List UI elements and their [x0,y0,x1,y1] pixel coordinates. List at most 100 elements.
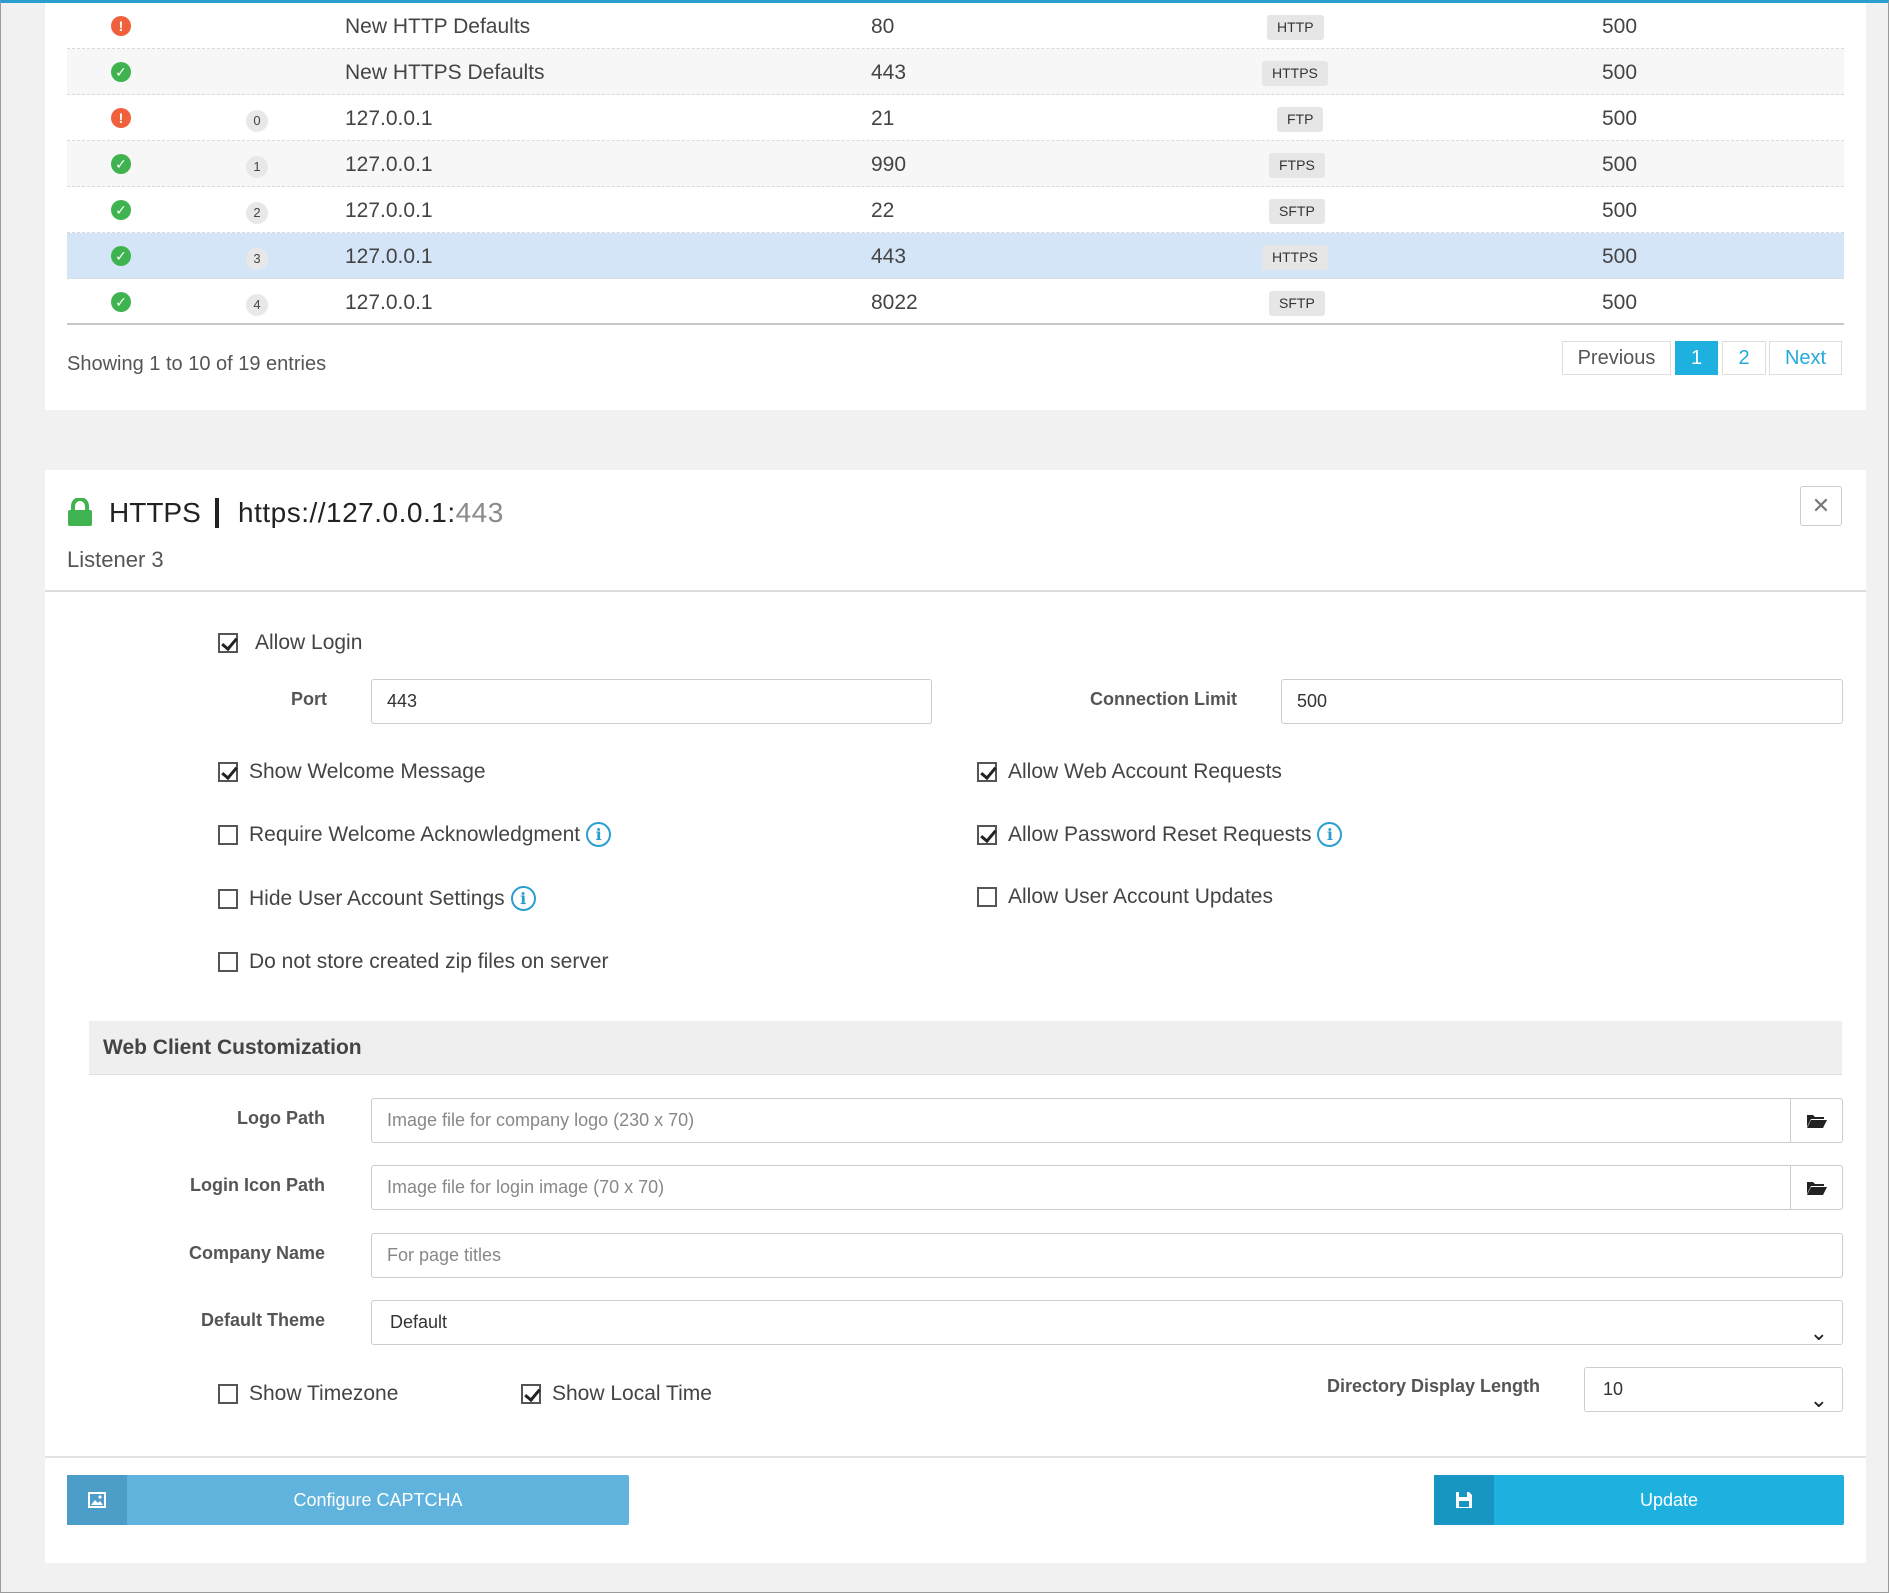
listener-port: 443 [871,61,907,84]
listener-index-badge: 3 [246,248,268,270]
table-row[interactable]: ✓ 2 127.0.0.1 22 SFTP 500 [67,187,1844,233]
info-icon[interactable]: i [586,822,612,847]
lock-icon [68,498,92,526]
logo-path-label: Logo Path [237,1108,325,1128]
listener-index-badge: 1 [246,156,268,178]
protocol-badge: SFTP [1269,291,1325,316]
next-page-button[interactable]: Next [1769,341,1842,375]
ok-status-icon: ✓ [111,200,131,220]
footer-divider [45,1456,1866,1458]
protocol-badge: SFTP [1269,199,1325,224]
default-theme-value: Default [390,1312,448,1332]
web-client-section-header: Web Client Customization [89,1021,1842,1075]
connection-limit-input[interactable]: 500 [1281,679,1843,724]
allow-password-reset-label: Allow Password Reset Requests [1008,822,1312,846]
default-theme-label: Default Theme [200,1310,325,1330]
listener-name: New HTTP Defaults [345,15,531,38]
close-icon: ✕ [1811,493,1831,518]
listener-port: 22 [871,199,895,222]
protocol-badge: HTTPS [1262,61,1328,86]
configure-captcha-label: Configure CAPTCHA [293,1489,463,1510]
require-ack-checkbox[interactable]: Require Welcome Acknowledgment i [218,822,612,847]
show-local-time-checkbox[interactable]: Show Local Time [521,1382,712,1406]
listener-port: 80 [871,15,895,38]
previous-page-button[interactable]: Previous [1562,341,1671,375]
allow-web-account-label: Allow Web Account Requests [1008,760,1282,783]
table-row[interactable]: ✓ 4 127.0.0.1 8022 SFTP 500 [67,279,1844,325]
listener-limit: 500 [1602,199,1638,222]
update-button[interactable]: Update [1434,1475,1844,1525]
checkbox-checked-icon [977,762,997,782]
allow-web-account-checkbox[interactable]: Allow Web Account Requests [977,760,1282,784]
table-row[interactable]: ! New HTTP Defaults 80 HTTP 500 [67,3,1844,49]
title-separator [215,498,219,528]
info-icon[interactable]: i [1317,822,1343,847]
listener-limit: 500 [1602,153,1638,176]
checkbox-unchecked-icon [218,952,238,972]
login-icon-browse-button[interactable] [1791,1165,1843,1210]
listener-limit: 500 [1602,245,1638,268]
listener-port: 8022 [871,291,918,314]
company-name-input[interactable]: For page titles [371,1233,1843,1278]
allow-login-label: Allow Login [255,631,363,654]
protocol-badge: HTTPS [1262,245,1328,270]
detail-subtitle: Listener 3 [67,547,164,572]
allow-user-updates-checkbox[interactable]: Allow User Account Updates [977,885,1273,909]
directory-display-length-label: Directory Display Length [1326,1376,1540,1396]
detail-url: https://127.0.0.1:443 [238,497,504,529]
logo-path-input[interactable]: Image file for company logo (230 x 70) [371,1098,1791,1143]
info-icon[interactable]: i [510,886,536,911]
configure-captcha-button[interactable]: Configure CAPTCHA [67,1475,629,1525]
close-button[interactable]: ✕ [1800,486,1842,526]
allow-password-reset-checkbox[interactable]: Allow Password Reset Requests i [977,822,1343,847]
listener-index-badge: 4 [246,294,268,316]
chevron-down-icon: ⌄ [1809,1387,1828,1412]
checkbox-unchecked-icon [218,888,238,909]
listener-name: 127.0.0.1 [345,245,433,268]
checkbox-checked-icon [977,824,997,845]
page-2-button[interactable]: 2 [1722,341,1766,375]
listener-port: 990 [871,153,907,176]
checkbox-checked-icon [218,762,238,782]
show-welcome-checkbox[interactable]: Show Welcome Message [218,760,486,784]
directory-display-length-select[interactable]: 10 ⌄ [1584,1367,1843,1412]
table-row[interactable]: ! 0 127.0.0.1 21 FTP 500 [67,95,1844,141]
allow-user-updates-label: Allow User Account Updates [1008,885,1273,908]
ok-status-icon: ✓ [111,292,131,312]
table-row[interactable]: ✓ 1 127.0.0.1 990 FTPS 500 [67,141,1844,187]
table-row[interactable]: ✓ New HTTPS Defaults 443 HTTPS 500 [67,49,1844,95]
checkbox-checked-icon [218,633,238,653]
allow-login-checkbox[interactable]: Allow Login [218,631,362,655]
page-1-button[interactable]: 1 [1675,341,1718,375]
folder-open-icon [1806,1181,1827,1195]
port-label: Port [291,689,327,709]
listener-port: 21 [871,107,895,130]
logo-browse-button[interactable] [1791,1098,1843,1143]
hide-user-settings-label: Hide User Account Settings [249,886,505,910]
listener-limit: 500 [1602,107,1638,130]
require-ack-label: Require Welcome Acknowledgment [249,822,581,846]
error-status-icon: ! [111,16,131,36]
checkbox-unchecked-icon [218,1384,238,1404]
table-row-selected[interactable]: ✓ 3 127.0.0.1 443 HTTPS 500 [67,233,1844,279]
ok-status-icon: ✓ [111,62,131,82]
no-zip-checkbox[interactable]: Do not store created zip files on server [218,950,609,974]
listener-limit: 500 [1602,15,1638,38]
url-prefix: https://127.0.0.1: [238,497,456,528]
listener-name: 127.0.0.1 [345,107,433,130]
listener-detail-panel: HTTPS https://127.0.0.1:443 Listener 3 ✕… [45,470,1866,1563]
listener-limit: 500 [1602,61,1638,84]
table-info: Showing 1 to 10 of 19 entries [67,353,327,375]
directory-display-length-value: 10 [1603,1379,1624,1399]
ok-status-icon: ✓ [111,154,131,174]
login-icon-path-input[interactable]: Image file for login image (70 x 70) [371,1165,1791,1210]
listener-name: New HTTPS Defaults [345,61,545,84]
port-input[interactable]: 443 [371,679,932,724]
hide-user-settings-checkbox[interactable]: Hide User Account Settings i [218,886,536,911]
default-theme-select[interactable]: Default ⌄ [371,1300,1843,1345]
listener-name: 127.0.0.1 [345,291,433,314]
show-timezone-label: Show Timezone [249,1382,399,1405]
checkbox-unchecked-icon [977,887,997,907]
update-label: Update [1639,1489,1699,1510]
show-timezone-checkbox[interactable]: Show Timezone [218,1382,398,1406]
